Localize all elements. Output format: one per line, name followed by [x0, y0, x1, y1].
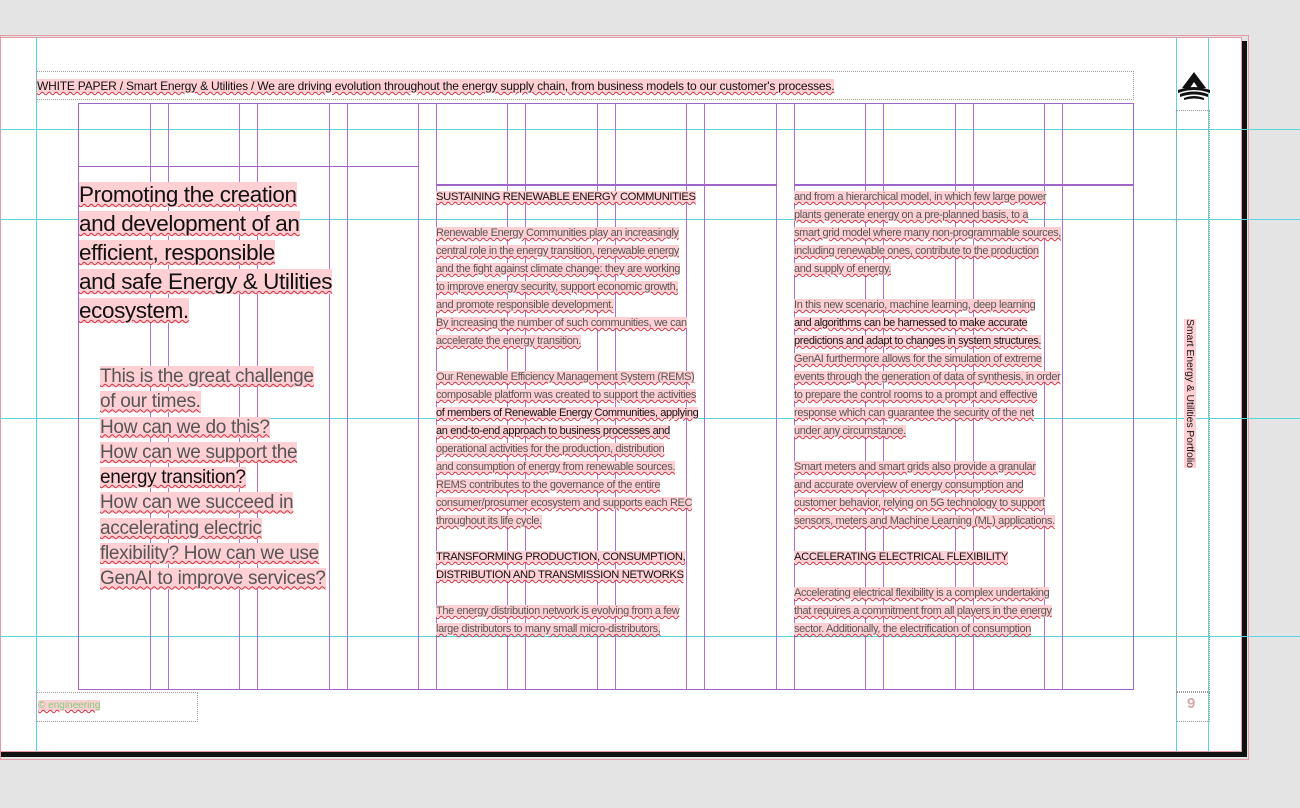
body-column-3: and from a hierarchical model, in which … — [794, 188, 1104, 638]
body-line: events through the generation of data of… — [794, 371, 1061, 383]
section-heading: SUSTAINING RENEWABLE ENERGY COMMUNITIES — [436, 191, 696, 203]
body-line: plants generate energy on a pre-planned … — [794, 209, 1029, 221]
body-line: and from a hierarchical model, in which … — [794, 191, 1047, 203]
body-line: central role in the energy transition, r… — [436, 245, 680, 257]
running-header-text: WHITE PAPER / Smart Energy & Utilities /… — [37, 79, 835, 93]
page-number: 9 — [1187, 695, 1196, 712]
body-line: Our Renewable Efficiency Management Syst… — [436, 371, 695, 383]
body-line: By increasing the number of such communi… — [436, 317, 687, 329]
body-line: response which can guarantee the securit… — [794, 407, 1034, 419]
side-title: Smart Energy & Utilities Portfolio — [1184, 319, 1196, 468]
body-line: to prepare the control rooms to a prompt… — [794, 389, 1038, 401]
page-title: Promoting the creation and development o… — [79, 180, 359, 325]
body-line: of members of Renewable Energy Communiti… — [436, 407, 699, 419]
body-line: predictions and adapt to changes in syst… — [794, 335, 1042, 347]
section-heading: TRANSFORMING PRODUCTION, CONSUMPTION, — [436, 551, 686, 563]
body-line: and consumption of energy from renewable… — [436, 461, 676, 473]
body-line: consumer/prosumer ecosystem and supports… — [436, 497, 693, 509]
body-line: Accelerating electrical flexibility is a… — [794, 587, 1050, 599]
body-line: GenAI furthermore allows for the simulat… — [794, 353, 1042, 365]
body-line: and supply of energy. — [794, 263, 892, 275]
challenge-line: energy transition? — [100, 467, 246, 489]
body-line: sensors, meters and Machine Learning (ML… — [794, 515, 1055, 527]
body-line: sector. Additionally, the electrificatio… — [794, 623, 1032, 635]
body-line: and the fight against climate change: th… — [436, 263, 681, 275]
title-line: and development of an — [79, 211, 300, 236]
company-logo-icon — [1178, 72, 1210, 100]
body-line: Smart meters and smart grids also provid… — [794, 461, 1036, 473]
challenge-line: flexibility? How can we use — [100, 543, 319, 565]
challenge-line: How can we support the — [100, 441, 298, 463]
body-line: an end-to-end approach to business proce… — [436, 425, 670, 437]
body-line: throughout its life cycle. — [436, 515, 542, 527]
challenge-line: This is the great challenge — [100, 366, 314, 387]
title-line: ecosystem. — [79, 298, 189, 323]
section-heading: ACCELERATING ELECTRICAL FLEXIBILITY — [794, 551, 1009, 563]
body-column-2: SUSTAINING RENEWABLE ENERGY COMMUNITIES … — [436, 188, 736, 638]
section-heading: DISTRIBUTION AND TRANSMISSION NETWORKS — [436, 569, 684, 581]
body-line: In this new scenario, machine learning, … — [794, 299, 1036, 311]
challenge-line: GenAI to improve services? — [100, 568, 326, 590]
title-line: Promoting the creation — [79, 182, 297, 207]
body-line: and algorithms can be harnessed to make … — [794, 317, 1028, 329]
body-line: and accurate overview of energy consumpt… — [794, 479, 1024, 491]
body-line: large distributors to many small micro-d… — [436, 623, 661, 635]
footer-brand: © engineering — [38, 700, 101, 711]
body-line: The energy distribution network is evolv… — [436, 605, 680, 617]
body-line: operational activities for the productio… — [436, 443, 665, 455]
body-line: REMS contributes to the governance of th… — [436, 479, 661, 491]
body-line: smart grid model where many non-programm… — [794, 227, 1061, 239]
challenge-line: How can we do this? — [100, 416, 270, 438]
side-title-text: Smart Energy & Utilities Portfolio — [1184, 319, 1196, 468]
running-header: WHITE PAPER / Smart Energy & Utilities /… — [37, 79, 835, 93]
title-line: and safe Energy & Utilities — [79, 269, 333, 294]
title-line: efficient, responsible — [79, 240, 275, 265]
challenge-line: How can we succeed in — [100, 492, 294, 514]
body-line: customer behavior, relying on 5G technol… — [794, 497, 1045, 509]
footer-brand-text: © engineering — [38, 700, 101, 711]
body-line: including renewable ones, contribute to … — [794, 245, 1039, 257]
challenge-line: accelerating electric — [100, 517, 262, 539]
challenge-line: of our times. — [100, 391, 201, 413]
body-line: accelerate the energy transition. — [436, 335, 581, 347]
body-line: that requires a commitment from all play… — [794, 605, 1052, 617]
body-line: to improve energy security, support econ… — [436, 281, 679, 293]
body-line: Renewable Energy Communities play an inc… — [436, 227, 679, 239]
body-line: and promote responsible development. — [436, 299, 614, 311]
body-line: under any circumstance. — [794, 425, 906, 437]
challenge-text: This is the great challenge of our times… — [100, 364, 350, 592]
body-line: composable platform was created to suppo… — [436, 389, 697, 401]
